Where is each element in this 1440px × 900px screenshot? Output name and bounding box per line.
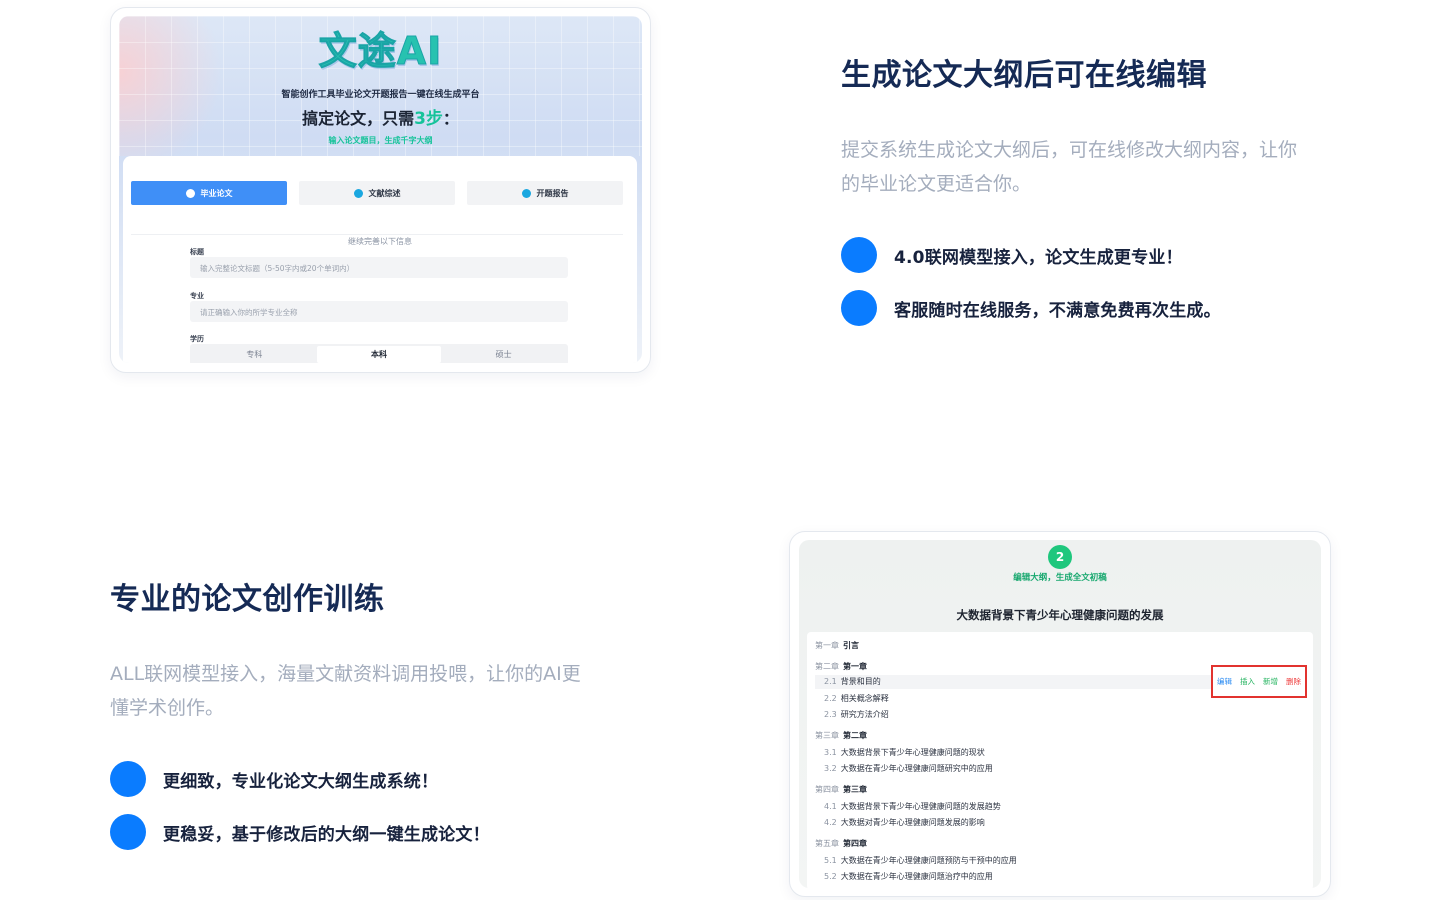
feature-writing-training: 专业的论文创作训练 ALL联网模型接入，海量文献资料调用投喂，让你的AI更 懂学… <box>110 580 630 867</box>
generation-form: 毕业论文 文献综述 开题报告 继续完善以下信息 标题 输入完整论文标题（5-50… <box>123 156 637 363</box>
feature-bullets: 4.0联网模型接入，论文生成更专业！ 客服随时在线服务，不满意免费再次生成。 <box>841 237 1361 326</box>
feature-description: 提交系统生成论文大纲后，可在线修改大纲内容，让你 的毕业论文更适合你。 <box>841 139 1298 195</box>
outline-row[interactable]: 3.1 大数据背景下青少年心理健康问题的现状 <box>824 747 985 758</box>
outline-row-selected[interactable]: 2.1 背景和目的 <box>815 675 1219 689</box>
outline-row[interactable]: 2.2 相关概念解释 <box>824 693 889 704</box>
report-icon <box>521 188 531 198</box>
feature-bullets: 更细致，专业化论文大纲生成系统！ 更稳妥，基于修改后的大纲一键生成论文！ <box>110 761 630 850</box>
bullet-dot-icon <box>110 761 146 797</box>
type-tabs: 毕业论文 文献综述 开题报告 <box>131 181 623 205</box>
degree-option-master[interactable]: 硕士 <box>441 346 566 363</box>
insert-button[interactable]: 插入 <box>1240 676 1255 687</box>
document-title: 大数据背景下青少年心理健康问题的发展 <box>956 608 1164 622</box>
degree-selector[interactable]: 专科 本科 硕士 <box>190 344 568 363</box>
chapter-heading: 第二章 第一章 <box>815 662 867 671</box>
major-field-label: 专业 <box>190 292 204 300</box>
chapter-heading: 第四章 第三章 <box>815 785 867 794</box>
bullet-dot-icon <box>841 290 877 326</box>
feature-title: 生成论文大纲后可在线编辑 <box>841 58 1207 93</box>
degree-field-label: 学历 <box>190 335 204 343</box>
feature-online-edit: 生成论文大纲后可在线编辑 提交系统生成论文大纲后，可在线修改大纲内容，让你 的毕… <box>841 56 1361 343</box>
title-field-label: 标题 <box>190 248 204 256</box>
screenshot-card-homepage: 文途AI 智能创作工具毕业论文开题报告一键在线生成平台 搞定论文，只需3步： 输… <box>110 7 651 373</box>
list-item: 更细致，专业化论文大纲生成系统！ <box>110 761 630 797</box>
tab-proposal[interactable]: 开题报告 <box>467 181 623 205</box>
step-number-badge: 2 <box>1048 545 1072 569</box>
hero-subslogan: 输入论文题目，生成千字大纲 <box>328 136 433 145</box>
screenshot-homepage: 文途AI 智能创作工具毕业论文开题报告一键在线生成平台 搞定论文，只需3步： 输… <box>119 16 642 363</box>
row-action-menu: 编辑 插入 新增 删除 <box>1211 665 1307 698</box>
outline-row[interactable]: 2.3 研究方法介绍 <box>824 709 889 720</box>
divider-label: 继续完善以下信息 <box>123 229 637 248</box>
outline-row[interactable]: 5.1 大数据在青少年心理健康问题预防与干预中的应用 <box>824 855 1017 866</box>
screenshot-outline-editor: 2 编辑大纲，生成全文初稿 大数据背景下青少年心理健康问题的发展 第一章 引言 第… <box>799 540 1321 888</box>
bullet-dot-icon <box>841 237 877 273</box>
delete-button[interactable]: 删除 <box>1286 676 1301 687</box>
brand-logo: 文途AI <box>318 29 443 74</box>
add-button[interactable]: 新增 <box>1263 676 1278 687</box>
document-icon <box>185 188 195 198</box>
feature-description: ALL联网模型接入，海量文献资料调用投喂，让你的AI更 懂学术创作。 <box>110 663 581 719</box>
title-input[interactable]: 输入完整论文标题（5-50字内或20个单词内） <box>190 257 568 278</box>
step-label: 编辑大纲，生成全文初稿 <box>1013 573 1107 583</box>
hero-slogan: 搞定论文，只需3步： <box>302 109 459 129</box>
chapter-heading: 第三章 第二章 <box>815 731 867 740</box>
outline-row[interactable]: 5.2 大数据在青少年心理健康问题治疗中的应用 <box>824 871 993 882</box>
edit-button[interactable]: 编辑 <box>1217 676 1232 687</box>
screenshot-card-outline-editor: 2 编辑大纲，生成全文初稿 大数据背景下青少年心理健康问题的发展 第一章 引言 第… <box>789 531 1331 897</box>
outline-row[interactable]: 4.2 大数据对青少年心理健康问题发展的影响 <box>824 817 985 828</box>
feature-title: 专业的论文创作训练 <box>110 582 385 617</box>
list-item: 客服随时在线服务，不满意免费再次生成。 <box>841 290 1361 326</box>
list-item: 4.0联网模型接入，论文生成更专业！ <box>841 237 1361 273</box>
tab-literature-review[interactable]: 文献综述 <box>299 181 455 205</box>
outline-panel: 第一章 引言 第二章 第一章 2.1 背景和目的 2.2 相关概念解释 2.3 研究方法介… <box>807 632 1313 888</box>
tab-thesis[interactable]: 毕业论文 <box>131 181 287 205</box>
outline-row[interactable]: 3.2 大数据在青少年心理健康问题研究中的应用 <box>824 763 993 774</box>
page: 文途AI 智能创作工具毕业论文开题报告一键在线生成平台 搞定论文，只需3步： 输… <box>0 0 1440 900</box>
book-icon <box>353 188 363 198</box>
hero-tagline: 智能创作工具毕业论文开题报告一键在线生成平台 <box>281 90 480 100</box>
bullet-dot-icon <box>110 814 146 850</box>
chapter-heading: 第五章 第四章 <box>815 839 867 848</box>
major-input[interactable]: 请正确输入你的所学专业全称 <box>190 301 568 322</box>
degree-option-bachelor[interactable]: 本科 <box>316 346 442 363</box>
chapter-heading: 第一章 引言 <box>815 641 859 650</box>
outline-row[interactable]: 4.1 大数据背景下青少年心理健康问题的发展趋势 <box>824 801 1001 812</box>
degree-option-associate[interactable]: 专科 <box>192 346 317 363</box>
list-item: 更稳妥，基于修改后的大纲一键生成论文！ <box>110 814 630 850</box>
